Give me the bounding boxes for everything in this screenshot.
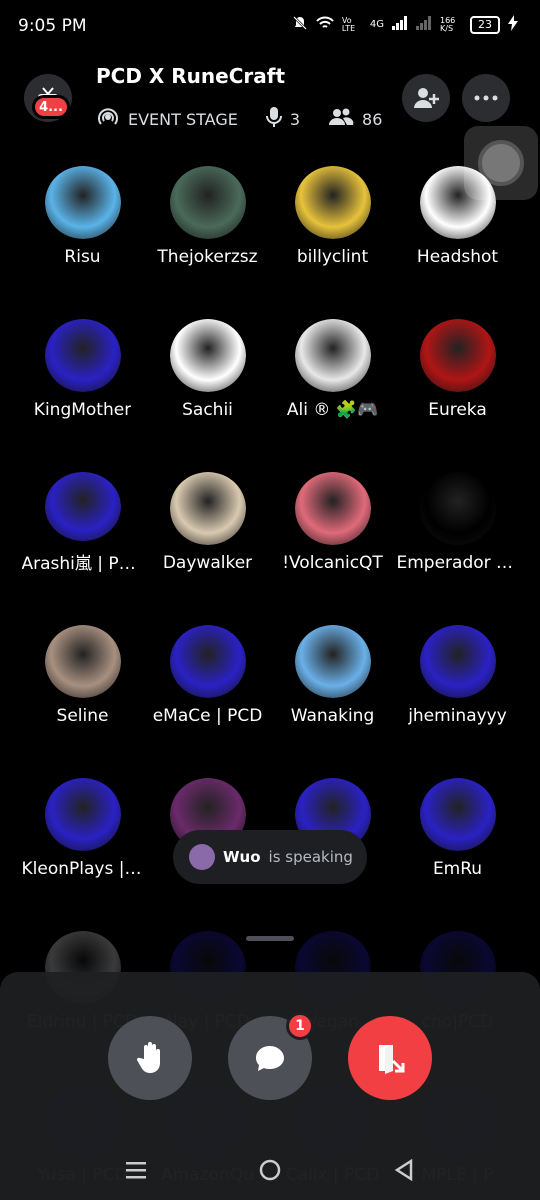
participant-tile[interactable]: billyclint — [270, 166, 395, 266]
recent-apps-button[interactable] — [124, 1158, 148, 1182]
stage-meta: EVENT STAGE 3 86 — [96, 106, 382, 132]
participant-name: eMaCe | PCD — [152, 705, 263, 725]
participant-tile[interactable]: Ali ® 🧩🎮 — [270, 319, 395, 419]
leave-stage-button[interactable] — [348, 1016, 432, 1100]
participant-avatar — [44, 625, 121, 698]
system-navbar — [0, 1140, 540, 1200]
participant-tile[interactable]: Headshot — [395, 166, 520, 266]
signal-icon-2 — [416, 16, 432, 33]
more-icon — [474, 95, 498, 101]
participant-name: Eureka — [428, 399, 487, 419]
participant-name: KleonPlays | PCD — [21, 858, 144, 878]
home-button[interactable] — [258, 1158, 282, 1182]
participant-avatar — [169, 319, 246, 392]
back-triangle-icon — [394, 1158, 413, 1182]
participant-tile[interactable]: Wanaking — [270, 625, 395, 725]
participant-avatar — [44, 778, 121, 851]
participant-name: Emperador NFT — [396, 552, 519, 572]
speaker-name: Wuo — [223, 848, 261, 866]
participant-name: Risu — [64, 246, 101, 266]
hand-icon — [136, 1042, 160, 1073]
home-circle-icon — [259, 1159, 281, 1181]
participant-avatar — [169, 166, 246, 239]
stage-title: PCD X RuneCraft — [96, 64, 286, 88]
wifi-icon — [316, 16, 334, 33]
microphone-icon — [265, 106, 282, 132]
participant-tile[interactable]: !VolcanicQT — [270, 472, 395, 572]
menu-icon — [126, 1162, 146, 1179]
speaker-avatar — [189, 844, 215, 870]
volte-label: Vo LTE — [341, 15, 356, 33]
participant-tile[interactable]: Sachii — [145, 319, 270, 419]
participant-name: Arashi嵐 | PCD — [21, 554, 144, 572]
back-button[interactable] — [392, 1158, 416, 1182]
status-icons: Vo LTE 4G 166 K/S 23 — [292, 15, 518, 34]
participant-avatar — [294, 319, 371, 392]
participant-avatar — [44, 472, 121, 542]
participant-tile[interactable]: Daywalker — [145, 472, 270, 572]
mute-bell-icon — [292, 15, 308, 34]
speaking-indicator: Wuo is speaking — [173, 830, 367, 884]
participant-tile[interactable]: eMaCe | PCD — [145, 625, 270, 725]
leave-door-icon — [379, 1045, 405, 1074]
speed-label: 166 K/S — [440, 15, 456, 33]
more-options-button[interactable] — [462, 74, 510, 122]
signal-icon — [392, 16, 408, 33]
participant-avatar — [44, 319, 121, 392]
participant-avatar — [294, 472, 371, 545]
participant-avatar — [419, 166, 496, 239]
participant-avatar — [294, 166, 371, 239]
participant-tile[interactable]: KleonPlays | PCD — [20, 778, 145, 878]
participant-avatar — [419, 319, 496, 392]
network-label: 4G — [369, 19, 384, 30]
stage-label: EVENT STAGE — [128, 109, 238, 129]
participant-name: KingMother — [33, 399, 132, 419]
status-bar: 9:05 PM Vo LTE 4G 166 K/S 23 — [0, 0, 540, 54]
stage-header: 4... PCD X RuneCraft EVENT STAGE 3 86 — [0, 58, 540, 138]
charging-icon — [508, 15, 518, 34]
participant-name: Wanaking — [290, 705, 375, 725]
participant-tile[interactable]: jheminayyy — [395, 625, 520, 725]
invite-button[interactable] — [402, 74, 450, 122]
participant-tile[interactable]: Emperador NFT — [395, 472, 520, 572]
participant-name: Thejokerzsz — [157, 246, 258, 266]
participant-tile[interactable]: Risu — [20, 166, 145, 266]
chat-bubble-icon — [256, 1046, 284, 1071]
participant-tile[interactable]: Thejokerzsz — [145, 166, 270, 266]
participant-avatar — [44, 166, 121, 239]
participant-name: !VolcanicQT — [282, 552, 383, 572]
unread-badge: 4... — [32, 95, 70, 119]
participant-name: Sachii — [182, 399, 233, 419]
speaking-text: is speaking — [268, 848, 353, 866]
drawer-handle[interactable] — [246, 936, 294, 941]
participant-tile[interactable]: KingMother — [20, 319, 145, 419]
participant-avatar — [169, 625, 246, 698]
people-icon — [328, 107, 354, 131]
status-time: 9:05 PM — [18, 16, 87, 36]
participant-tile[interactable]: EmRu — [395, 778, 520, 878]
stage-icon — [96, 106, 120, 132]
participant-name: Ali ® 🧩🎮 — [286, 399, 379, 419]
participant-tile[interactable]: Eureka — [395, 319, 520, 419]
participant-name: Daywalker — [162, 552, 253, 572]
raise-hand-button[interactable] — [108, 1016, 192, 1100]
speaker-count: 3 — [289, 109, 301, 129]
participant-avatar — [419, 472, 496, 545]
participant-name: jheminayyy — [408, 705, 507, 725]
participant-avatar — [169, 472, 246, 545]
participant-avatar — [419, 778, 496, 851]
participant-name: billyclint — [296, 246, 369, 266]
participant-avatar — [294, 625, 371, 698]
chat-notification-badge: 1 — [286, 1012, 314, 1040]
battery-icon: 23 — [470, 15, 500, 34]
battery-level: 23 — [478, 18, 492, 31]
participant-avatar — [419, 625, 496, 698]
participant-name: EmRu — [432, 858, 483, 878]
add-person-icon — [414, 88, 439, 108]
participant-tile[interactable]: Arashi嵐 | PCD — [20, 472, 145, 572]
listener-count: 86 — [362, 109, 383, 129]
participant-name: Headshot — [416, 246, 499, 266]
participant-tile[interactable]: Seline — [20, 625, 145, 725]
participant-name: Seline — [56, 705, 109, 725]
